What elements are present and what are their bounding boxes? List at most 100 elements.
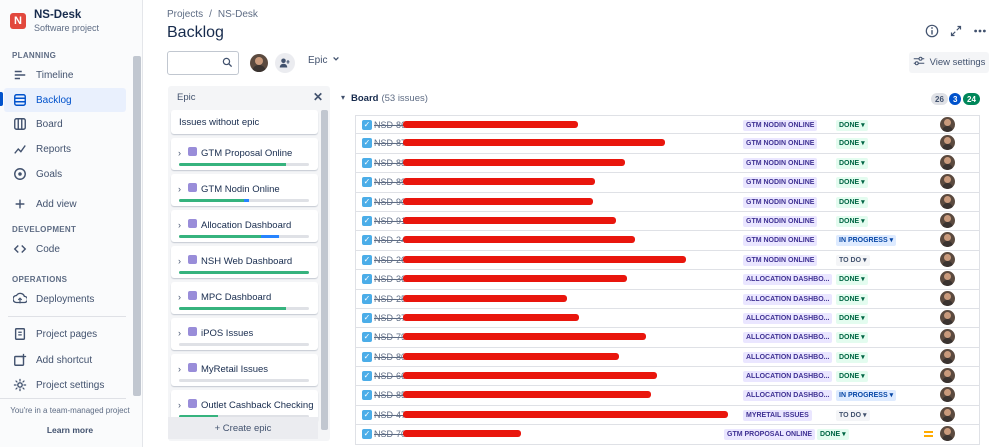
status-dropdown[interactable]: DONE ▾ <box>836 157 868 169</box>
epic-card[interactable]: › MPC Dashboard <box>171 282 318 314</box>
assignee-avatar[interactable] <box>940 212 955 228</box>
issue-row[interactable]: ✓ NSD-66 ALLOCATION DASHBO... DONE ▾ <box>355 367 980 387</box>
chevron-right-icon[interactable]: › <box>178 148 181 158</box>
add-people-icon[interactable] <box>275 53 295 73</box>
sidebar-item-backlog[interactable]: Backlog <box>4 88 126 112</box>
chevron-right-icon[interactable]: › <box>178 400 181 410</box>
epic-card[interactable]: › iPOS Issues <box>171 318 318 350</box>
sidebar-item-project-settings[interactable]: Project settings <box>4 373 126 397</box>
chevron-right-icon[interactable]: › <box>178 328 181 338</box>
sidebar-item-add-shortcut[interactable]: Add shortcut <box>4 348 126 372</box>
issue-row[interactable]: ✓ NSD-36 ALLOCATION DASHBO... DONE ▾ <box>355 270 980 290</box>
sidebar-item-add-view[interactable]: Add view <box>4 192 126 216</box>
issue-row[interactable]: ✓ NSD-37 ALLOCATION DASHBO... DONE ▾ <box>355 308 980 329</box>
assignee-avatar[interactable] <box>940 232 955 248</box>
chevron-right-icon[interactable]: › <box>178 364 181 374</box>
create-epic-button[interactable]: + Create epic <box>168 417 318 439</box>
status-dropdown[interactable]: TO DO ▾ <box>836 409 870 421</box>
status-dropdown[interactable]: DONE ▾ <box>836 312 868 324</box>
issue-row[interactable]: ✓ NSD-24 GTM NODIN ONLINE IN PROGRESS ▾ <box>355 231 980 251</box>
issue-row[interactable]: ✓ NSD-79 ALLOCATION DASHBO... DONE ▾ <box>355 328 980 348</box>
issue-row[interactable]: ✓ NSD-47 MYRETAIL ISSUES TO DO ▾ <box>355 405 980 426</box>
chevron-right-icon[interactable]: › <box>178 292 181 302</box>
breadcrumb-project[interactable]: NS-Desk <box>218 9 258 20</box>
issue-key[interactable]: NSD-26 <box>374 255 406 265</box>
breadcrumb-projects[interactable]: Projects <box>167 9 203 20</box>
issue-row[interactable]: ✓ NSD-88 GTM NODIN ONLINE DONE ▾ <box>355 153 980 174</box>
issue-key[interactable]: NSD-36 <box>374 274 406 284</box>
issue-row[interactable]: ✓ NSD-90 GTM NODIN ONLINE DONE ▾ <box>355 192 980 212</box>
issue-row[interactable]: ✓ NSD-70 GTM PROPOSAL ONLINE DONE ▾ <box>355 425 980 445</box>
assignee-avatar[interactable] <box>940 271 955 287</box>
fullscreen-icon[interactable] <box>946 21 966 41</box>
issue-key[interactable]: NSD-91 <box>374 216 406 226</box>
issues-without-epic[interactable]: Issues without epic <box>171 110 318 134</box>
sidebar-item-goals[interactable]: Goals <box>4 162 126 186</box>
assignee-avatar[interactable] <box>940 117 955 132</box>
sidebar-item-deployments[interactable]: Deployments <box>4 287 126 311</box>
issue-row[interactable]: ✓ NSD-80 ALLOCATION DASHBO... DONE ▾ <box>355 347 980 368</box>
issue-row[interactable]: ✓ NSD-89 GTM NODIN ONLINE DONE ▾ <box>355 173 980 193</box>
epic-card[interactable]: › Allocation Dashboard <box>171 210 318 242</box>
issue-key[interactable]: NSD-85 <box>374 390 406 400</box>
assignee-avatar[interactable] <box>940 154 955 170</box>
issue-row[interactable]: ✓ NSD-91 GTM NODIN ONLINE DONE ▾ <box>355 211 980 232</box>
epic-panel-scrollbar[interactable] <box>321 110 328 430</box>
status-dropdown[interactable]: DONE ▾ <box>836 138 868 150</box>
issue-key[interactable]: NSD-37 <box>374 313 406 323</box>
sidebar-item-project-pages[interactable]: Project pages <box>4 322 126 346</box>
issue-key[interactable]: NSD-25 <box>374 294 406 304</box>
status-dropdown[interactable]: DONE ▾ <box>817 429 849 441</box>
sidebar-item-code[interactable]: Code <box>4 237 126 261</box>
status-dropdown[interactable]: DONE ▾ <box>836 177 868 189</box>
assignee-avatar[interactable] <box>940 406 955 422</box>
issue-key[interactable]: NSD-70 <box>374 429 406 439</box>
assignee-avatar[interactable] <box>940 290 955 306</box>
issue-key[interactable]: NSD-47 <box>374 410 406 420</box>
assignee-avatar[interactable] <box>940 348 955 364</box>
issue-key[interactable]: NSD-80 <box>374 352 406 362</box>
assignee-avatar[interactable] <box>940 309 955 325</box>
assignee-avatar[interactable] <box>940 193 955 209</box>
avatar[interactable] <box>250 54 268 72</box>
chevron-right-icon[interactable]: › <box>178 256 181 266</box>
assignee-avatar[interactable] <box>940 426 955 442</box>
assignee-avatar[interactable] <box>940 251 955 267</box>
assignee-avatar[interactable] <box>940 135 955 151</box>
epic-filter-dropdown[interactable]: Epic <box>308 55 340 66</box>
search-input[interactable] <box>167 51 239 75</box>
status-dropdown[interactable]: DONE ▾ <box>836 120 868 131</box>
issue-key[interactable]: NSD-24 <box>374 235 406 245</box>
issue-row[interactable]: ✓ NSD-85 ALLOCATION DASHBO... IN PROGRESS ▾ <box>355 386 980 406</box>
learn-more-link[interactable]: Learn more <box>0 425 140 435</box>
status-dropdown[interactable]: TO DO ▾ <box>836 254 870 266</box>
issue-row[interactable]: ✓ NSD-25 ALLOCATION DASHBO... DONE ▾ <box>355 289 980 309</box>
board-header[interactable]: ▾ Board (53 issues) 26 3 24 <box>339 89 984 109</box>
assignee-avatar[interactable] <box>940 368 955 384</box>
epic-card[interactable]: › MyRetail Issues <box>171 354 318 386</box>
status-dropdown[interactable]: DONE ▾ <box>836 274 868 286</box>
status-dropdown[interactable]: DONE ▾ <box>836 351 868 363</box>
status-dropdown[interactable]: DONE ▾ <box>836 215 868 227</box>
issue-key[interactable]: NSD-87 <box>374 138 406 148</box>
sidebar-item-reports[interactable]: Reports <box>4 137 126 161</box>
info-icon[interactable] <box>922 21 942 41</box>
issue-key[interactable]: NSD-88 <box>374 158 406 168</box>
view-settings-button[interactable]: View settings <box>909 52 989 73</box>
status-dropdown[interactable]: DONE ▾ <box>836 293 868 305</box>
more-actions-icon[interactable] <box>970 21 990 41</box>
issue-key[interactable]: NSD-79 <box>374 332 406 342</box>
issue-row[interactable]: ✓ NSD-87 GTM NODIN ONLINE DONE ▾ <box>355 134 980 154</box>
sidebar-item-board[interactable]: Board <box>4 112 126 136</box>
issue-key[interactable]: NSD-86 <box>374 120 406 130</box>
assignee-avatar[interactable] <box>940 329 955 345</box>
chevron-right-icon[interactable]: › <box>178 220 181 230</box>
close-icon[interactable]: ✕ <box>313 90 323 104</box>
project-header[interactable]: N NS-Desk Software project <box>10 9 99 33</box>
issue-row[interactable]: ✓ NSD-26 GTM NODIN ONLINE TO DO ▾ <box>355 250 980 271</box>
assignee-avatar[interactable] <box>940 174 955 190</box>
status-dropdown[interactable]: DONE ▾ <box>836 371 868 383</box>
chevron-down-icon[interactable]: ▾ <box>341 93 345 102</box>
sidebar-item-timeline[interactable]: Timeline <box>4 63 126 87</box>
issue-row[interactable]: ✓ NSD-86 GTM NODIN ONLINE DONE ▾ <box>355 115 980 135</box>
